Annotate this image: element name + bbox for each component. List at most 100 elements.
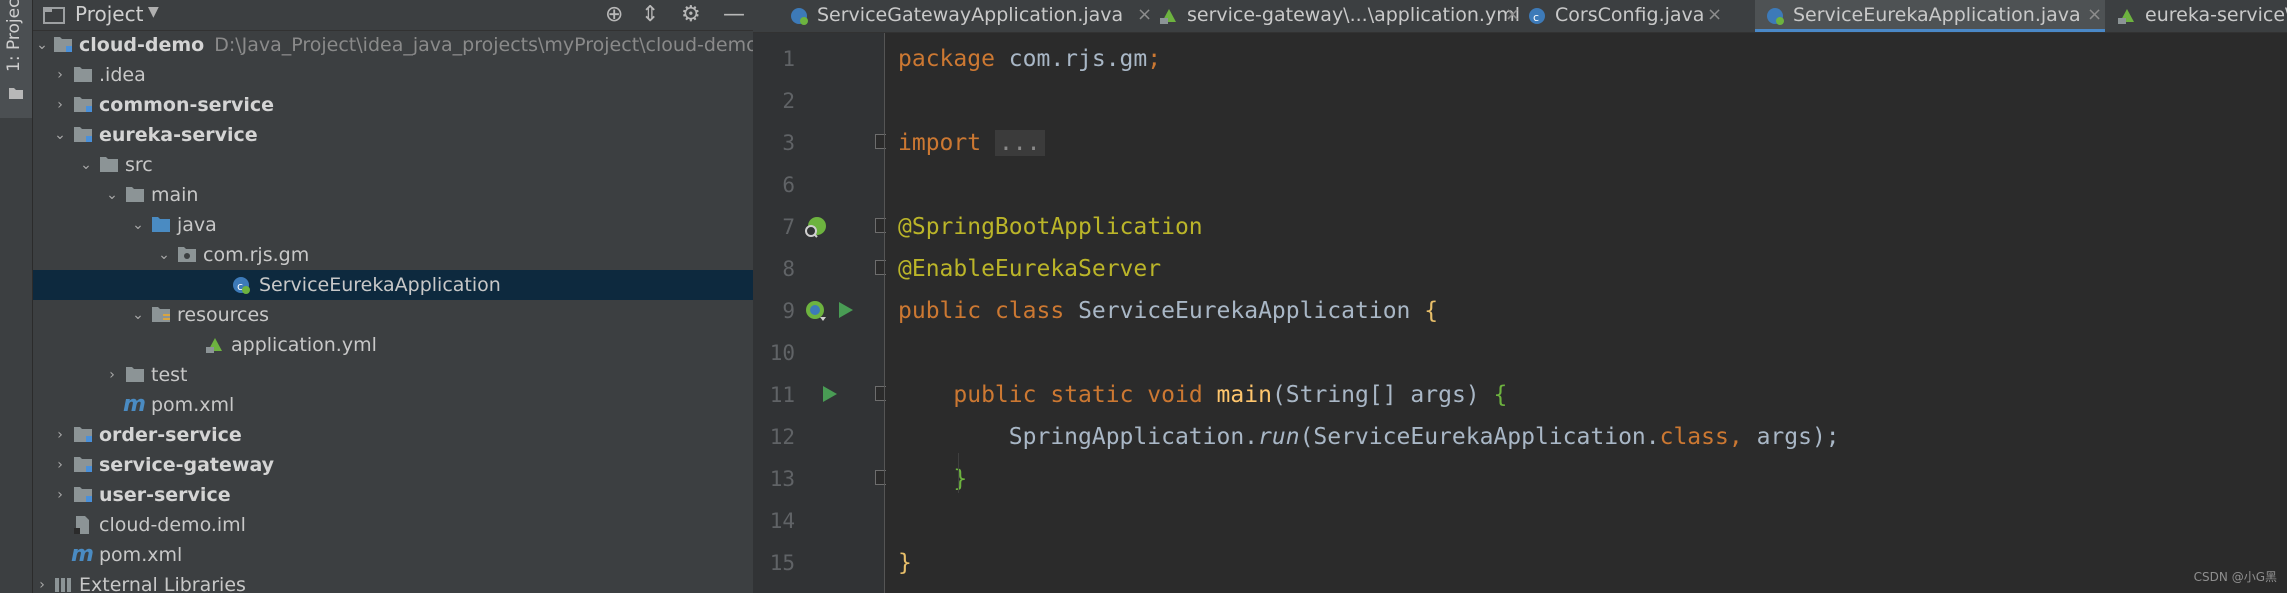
tree-item-src[interactable]: ⌄ src <box>33 150 753 180</box>
class-name: ServiceEurekaApplication <box>1078 298 1411 324</box>
tree-item-idea[interactable]: › .idea <box>33 60 753 90</box>
tree-item-user-service[interactable]: › user-service <box>33 480 753 510</box>
chevron-right-icon[interactable]: › <box>35 570 49 593</box>
spring-bean-icon[interactable] <box>803 214 829 240</box>
run-icon[interactable] <box>837 300 855 320</box>
chevron-down-icon[interactable]: ⌄ <box>79 150 93 180</box>
line-number: 10 <box>769 341 795 365</box>
project-tool-label: 1: Project <box>4 0 24 72</box>
tree-item-java[interactable]: ⌄ java <box>33 210 753 240</box>
tree-item-cloud-demo[interactable]: ⌄ cloud-demo D:\Java_Project\idea_java_pr… <box>33 30 753 60</box>
editor-gutter: 1 2 3 6 7 8 9 10 11 12 13 14 15 <box>753 33 890 593</box>
keyword: void <box>1147 382 1203 408</box>
line-number: 2 <box>782 89 795 113</box>
chevron-down-icon[interactable]: ⌄ <box>131 300 145 330</box>
chevron-down-icon[interactable]: ⌄ <box>105 180 119 210</box>
collapse-all-icon[interactable]: ⇕ <box>641 2 659 28</box>
folder-icon <box>100 157 118 172</box>
chevron-right-icon[interactable]: › <box>105 360 119 390</box>
close-icon[interactable]: × <box>1137 0 1152 30</box>
tree-item-label: eureka-service <box>99 124 258 146</box>
code-line-8: @EnableEurekaServer <box>898 256 1162 282</box>
tab-eureka-service-yml[interactable]: eureka-service\ <box>2117 0 2287 32</box>
tree-item-order-service[interactable]: › order-service <box>33 420 753 450</box>
folded-imports[interactable]: ... <box>994 130 1045 156</box>
line-number: 14 <box>769 509 795 533</box>
code-line-13: } <box>898 458 967 500</box>
folder-icon <box>9 88 23 99</box>
project-view-selector[interactable]: Project <box>75 2 143 26</box>
tree-item-resources[interactable]: ⌄ resources <box>33 300 753 330</box>
spring-bean-icon[interactable] <box>803 298 829 324</box>
brace: { <box>1493 382 1508 408</box>
tree-item-label: pom.xml <box>151 394 235 416</box>
chevron-down-icon[interactable]: ▼ <box>148 4 159 20</box>
watermark: CSDN @小G黑 <box>2193 570 2277 584</box>
tree-item-main[interactable]: ⌄ main <box>33 180 753 210</box>
tree-item-common-service[interactable]: › common-service <box>33 90 753 120</box>
tree-item-application-yml[interactable]: application.yml <box>33 330 753 360</box>
keyword: public <box>953 382 1037 408</box>
yml-icon <box>206 338 222 353</box>
tool-window-strip: 1: Project <box>0 0 33 593</box>
folder-icon <box>126 367 144 382</box>
chevron-down-icon[interactable]: ⌄ <box>53 120 67 150</box>
module-folder-icon <box>74 487 92 502</box>
brace: { <box>1424 298 1439 324</box>
close-icon[interactable]: × <box>1505 0 1520 30</box>
tree-item-external-libraries[interactable]: › External Libraries <box>33 570 753 593</box>
tree-item-label: application.yml <box>231 334 377 356</box>
project-panel-header: Project ▼ ⊕ ⇕ ⚙ — <box>33 0 753 31</box>
args: args); <box>1742 424 1840 450</box>
tree-item-label: order-service <box>99 424 242 446</box>
code-line-15: } <box>898 550 912 576</box>
tab-service-gateway-application[interactable]: ServiceGatewayApplication.java × <box>789 0 1159 32</box>
tree-item-test[interactable]: › test <box>33 360 753 390</box>
tree-item-service-gateway[interactable]: › service-gateway <box>33 450 753 480</box>
chevron-right-icon[interactable]: › <box>53 90 67 120</box>
close-icon[interactable]: × <box>2087 0 2102 30</box>
params: (String[] args) <box>1271 382 1480 408</box>
gear-icon[interactable]: ⚙ <box>681 2 701 28</box>
keyword: import <box>898 130 982 156</box>
line-number: 11 <box>769 383 795 407</box>
tree-item-pom-xml[interactable]: m pom.xml <box>33 390 753 420</box>
chevron-down-icon[interactable]: ⌄ <box>157 240 171 270</box>
brace: } <box>953 466 968 492</box>
tab-label: service-gateway\...\application.yml <box>1187 4 1520 26</box>
tab-label: ServiceGatewayApplication.java <box>817 4 1124 26</box>
tree-item-label: java <box>177 214 217 236</box>
method-call: run <box>1258 424 1300 450</box>
chevron-right-icon[interactable]: › <box>53 60 67 90</box>
iml-file-icon <box>74 516 89 534</box>
tab-service-gateway-application-yml[interactable]: service-gateway\...\application.yml × <box>1159 0 1527 32</box>
minimize-icon[interactable]: — <box>723 2 745 28</box>
tab-service-eureka-application[interactable]: ServiceEurekaApplication.java × <box>1755 0 2105 32</box>
tree-item-package[interactable]: ⌄ com.rjs.gm <box>33 240 753 270</box>
run-icon[interactable] <box>821 384 839 404</box>
tree-item-label: test <box>151 364 188 386</box>
tree-item-service-eureka-application[interactable]: c ServiceEurekaApplication <box>33 270 753 300</box>
code-editor[interactable]: package com.rjs.gm; import ... @SpringBo… <box>886 33 2287 593</box>
tree-item-root-pom-xml[interactable]: m pom.xml <box>33 540 753 570</box>
chevron-right-icon[interactable]: › <box>53 480 67 510</box>
chevron-right-icon[interactable]: › <box>53 450 67 480</box>
tree-item-label: pom.xml <box>99 544 183 566</box>
chevron-down-icon[interactable]: ⌄ <box>131 210 145 240</box>
chevron-down-icon[interactable]: ⌄ <box>35 30 49 60</box>
args: (ServiceEurekaApplication. <box>1299 424 1660 450</box>
module-folder-icon <box>74 127 92 142</box>
project-tool-tab[interactable]: 1: Project <box>0 0 32 118</box>
tree-item-cloud-demo-iml[interactable]: cloud-demo.iml <box>33 510 753 540</box>
chevron-right-icon[interactable]: › <box>53 420 67 450</box>
tree-item-label: cloud-demo <box>79 34 205 56</box>
tree-item-label: service-gateway <box>99 454 275 476</box>
close-icon[interactable]: × <box>1707 0 1722 30</box>
package-name: com.rjs.gm <box>994 46 1148 72</box>
tree-item-label: main <box>151 184 199 206</box>
tree-item-label: user-service <box>99 484 231 506</box>
resources-folder-icon <box>152 307 170 322</box>
locate-file-icon[interactable]: ⊕ <box>605 2 623 28</box>
tree-item-eureka-service[interactable]: ⌄ eureka-service <box>33 120 753 150</box>
tab-cors-config[interactable]: c CorsConfig.java × <box>1527 0 1727 32</box>
